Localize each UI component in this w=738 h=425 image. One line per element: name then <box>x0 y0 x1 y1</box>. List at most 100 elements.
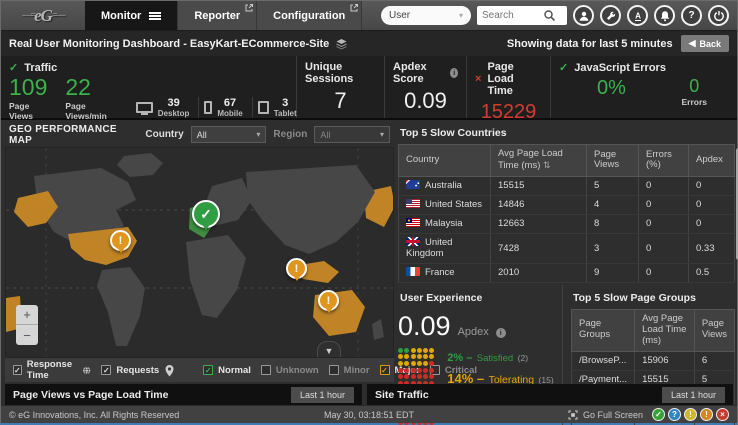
major-map-pin-australia[interactable]: ! <box>318 290 339 311</box>
major-map-pin-seasia[interactable]: ! <box>286 258 307 279</box>
sort-icon[interactable]: ⇅ <box>543 160 551 170</box>
layers-icon[interactable] <box>335 38 348 50</box>
load-cell: 2010 <box>491 263 587 282</box>
checkbox-icon <box>329 365 339 375</box>
page-views-vs-load-panel[interactable]: Page Views vs Page Load Time Last 1 hour <box>5 384 362 405</box>
col-page-views[interactable]: Page Views <box>694 309 734 351</box>
fullscreen-label[interactable]: Go Full Screen <box>583 410 643 420</box>
back-button[interactable]: ◀ Back <box>681 35 729 52</box>
checkbox-checked-icon: ✓ <box>13 365 22 375</box>
chevron-down-icon: ▾ <box>256 130 260 139</box>
kpi-javascript-errors: ✓JavaScript Errors 0% 0 Errors <box>551 56 737 118</box>
panel-title: Page Views vs Page Load Time <box>13 389 168 401</box>
fru-dot <box>423 368 428 373</box>
response-time-toggle[interactable]: ✓ Response Time <box>13 359 91 381</box>
tol-dot <box>411 361 416 366</box>
table-row[interactable]: Malaysia12663800 <box>399 214 735 233</box>
load-cell: 15515 <box>491 176 587 195</box>
tab-monitor[interactable]: Monitor <box>85 1 178 30</box>
eg-logo[interactable]: —=eG=— <box>1 1 85 30</box>
major-map-pin-usa[interactable]: ! <box>110 230 131 251</box>
critical-status-icon[interactable]: × <box>716 408 729 421</box>
main-content: GEO PERFORMANCE MAP Country All▾ Region … <box>1 120 737 384</box>
external-link-icon <box>245 4 253 12</box>
load-cell: 12663 <box>491 214 587 233</box>
info-icon[interactable]: i <box>496 328 506 338</box>
map-title: GEO PERFORMANCE MAP <box>9 124 138 146</box>
desktop-icon <box>136 102 153 113</box>
tol-dot <box>423 361 428 366</box>
kpi-band: ✓Traffic 109 Page Views 22 Page Views/mi… <box>1 56 737 120</box>
table-row[interactable]: /BrowseP...159066 <box>572 351 735 370</box>
unknown-status-icon[interactable]: ? <box>668 408 681 421</box>
normal-status-icon[interactable]: ✓ <box>652 408 665 421</box>
apdex-cell: 0.33 <box>689 233 735 263</box>
tol-dot <box>411 354 416 359</box>
minor-status-icon[interactable]: ! <box>684 408 697 421</box>
map-collapse-chevron[interactable]: ▼ <box>317 341 341 358</box>
fru-dot <box>411 368 416 373</box>
search-input[interactable] <box>477 10 543 21</box>
zoom-in-button[interactable]: + <box>16 305 38 325</box>
search-icon[interactable] <box>543 9 556 22</box>
tol-dot <box>423 348 428 353</box>
user-experience-title: User Experience <box>398 285 556 309</box>
col-page-views[interactable]: Page Views <box>587 145 639 177</box>
hamburger-icon[interactable] <box>149 12 161 20</box>
check-icon: ✓ <box>559 61 568 74</box>
site-traffic-panel[interactable]: Site Traffic Last 1 hour <box>367 384 733 405</box>
table-row[interactable]: Australia15515500 <box>399 176 735 195</box>
back-arrow-icon: ◀ <box>689 38 696 49</box>
user-scope-dropdown[interactable]: User ▾ <box>381 6 471 25</box>
tol-dot <box>411 348 416 353</box>
severity-toggle-minor[interactable]: Minor <box>329 365 370 376</box>
copyright: © eG Innovations, Inc. All Rights Reserv… <box>9 410 179 420</box>
severity-toggle-unknown[interactable]: Unknown <box>261 365 319 376</box>
power-icon[interactable] <box>708 5 729 26</box>
slow-page-groups-title: Top 5 Slow Page Groups <box>571 285 735 309</box>
region-label: Region <box>273 129 307 140</box>
requests-toggle[interactable]: ✓ Requests <box>101 364 175 377</box>
info-icon[interactable]: i <box>450 68 458 78</box>
table-row[interactable]: France2010900.5 <box>399 263 735 282</box>
major-status-icon[interactable]: ! <box>700 408 713 421</box>
time-range-button[interactable]: Last 1 hour <box>291 387 354 403</box>
country-cell: Malaysia <box>399 214 491 233</box>
load-cell: 7428 <box>491 233 587 263</box>
severity-toggle-normal[interactable]: ✓Normal <box>203 365 251 376</box>
country-select[interactable]: All▾ <box>191 126 267 143</box>
world-map[interactable]: + − ▼ ✓!!! <box>5 147 394 358</box>
bell-icon[interactable] <box>654 5 675 26</box>
tol-dot <box>398 354 403 359</box>
help-icon[interactable]: ? <box>681 5 702 26</box>
zoom-out-button[interactable]: − <box>16 325 38 345</box>
traffic-views-per-min: 22 Page Views/min <box>65 76 106 121</box>
alarms-icon[interactable]: A <box>627 5 648 26</box>
load-cell: 14846 <box>491 195 587 214</box>
fullscreen-icon[interactable] <box>568 410 578 420</box>
fru-dot <box>417 374 422 379</box>
user-icon[interactable] <box>573 5 594 26</box>
chevron-down-icon: ▾ <box>459 11 463 20</box>
tab-configuration[interactable]: Configuration <box>257 1 362 30</box>
checkbox-icon <box>261 365 271 375</box>
country-cell: France <box>399 263 491 282</box>
table-row[interactable]: United States14846400 <box>399 195 735 214</box>
apdex-cell: 0 <box>689 195 735 214</box>
normal-map-pin-europe[interactable]: ✓ <box>192 200 220 228</box>
col-avg-load[interactable]: Avg Page Load Time (ms) ⇅ <box>491 145 587 177</box>
time-range-button[interactable]: Last 1 hour <box>662 387 725 403</box>
col-country[interactable]: Country <box>399 145 491 177</box>
fru-dot <box>404 368 409 373</box>
title-bar: Real User Monitoring Dashboard - EasyKar… <box>1 31 737 56</box>
tools-icon[interactable] <box>600 5 621 26</box>
fru-dot <box>429 368 434 373</box>
table-row[interactable]: United Kingdom7428300.33 <box>399 233 735 263</box>
col-page-groups[interactable]: Page Groups <box>572 309 635 351</box>
region-select[interactable]: All▾ <box>314 126 390 143</box>
sat-dot <box>398 348 403 353</box>
col-avg-load[interactable]: Avg Page Load Time (ms) <box>635 309 695 351</box>
col-errors[interactable]: Errors (%) <box>639 145 689 177</box>
tab-reporter[interactable]: Reporter <box>178 1 257 30</box>
col-apdex[interactable]: Apdex <box>689 145 735 177</box>
